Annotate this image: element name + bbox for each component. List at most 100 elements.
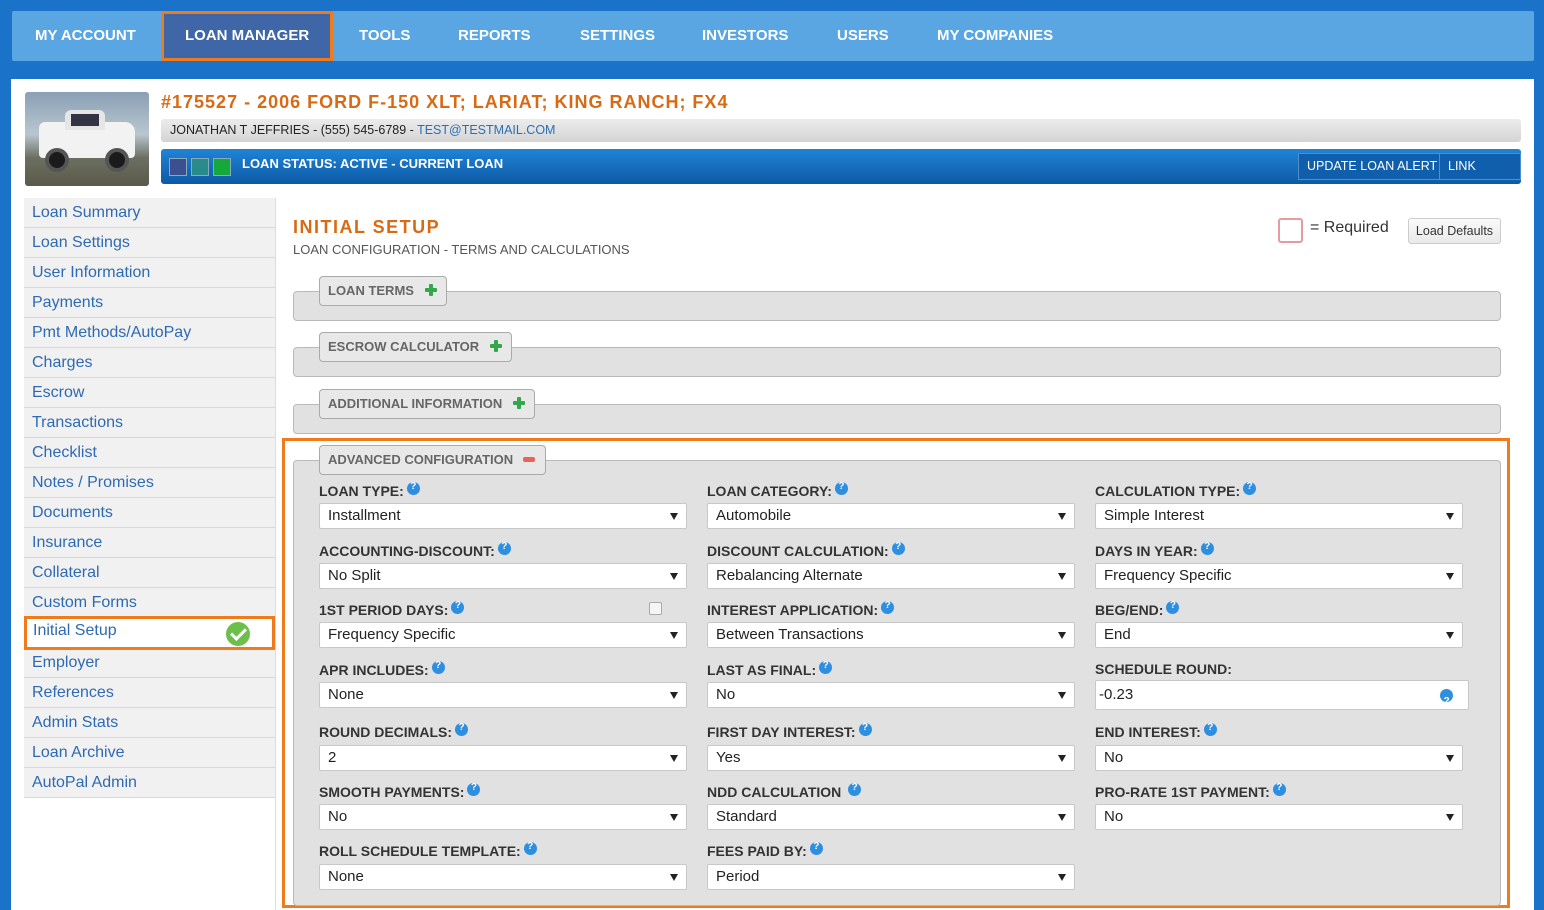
help-icon[interactable] xyxy=(497,541,511,555)
accounting-discount-select[interactable]: No Split xyxy=(319,563,687,589)
help-icon[interactable] xyxy=(1166,600,1180,614)
first-day-interest-select[interactable]: Yes xyxy=(707,745,1075,771)
status-square-icon[interactable] xyxy=(169,158,187,176)
help-icon[interactable] xyxy=(1203,722,1217,736)
help-icon[interactable] xyxy=(406,481,420,495)
help-icon[interactable] xyxy=(1200,541,1214,555)
vehicle-thumbnail[interactable] xyxy=(25,92,149,186)
sidebar-item-admin-stats[interactable]: Admin Stats xyxy=(24,708,275,738)
advanced-configuration-toggle[interactable]: ADVANCED CONFIGURATION xyxy=(319,445,547,475)
help-icon[interactable] xyxy=(891,541,905,555)
dropdown-arrow-icon xyxy=(1058,814,1066,821)
end-interest-label: END INTEREST: xyxy=(1095,722,1217,740)
sidebar-item-label: Initial Setup xyxy=(33,622,117,639)
sidebar-item-payments[interactable]: Payments xyxy=(24,288,275,318)
help-icon[interactable] xyxy=(451,600,465,614)
help-icon[interactable] xyxy=(455,722,468,736)
dropdown-arrow-icon xyxy=(670,692,678,699)
sidebar-item-user-information[interactable]: User Information xyxy=(24,258,275,288)
roll-schedule-template-select[interactable]: None xyxy=(319,864,687,890)
discount-calculation-select[interactable]: Rebalancing Alternate xyxy=(707,563,1075,589)
status-square-icon[interactable] xyxy=(191,158,209,176)
help-icon[interactable] xyxy=(467,782,481,796)
help-icon[interactable] xyxy=(819,660,833,674)
loan-status-text: LOAN STATUS: ACTIVE - CURRENT LOAN xyxy=(242,156,504,171)
section-advanced-configuration: ADVANCED CONFIGURATION LOAN TYPE: Instal… xyxy=(293,445,1501,906)
fees-paid-by-select[interactable]: Period xyxy=(707,864,1075,890)
status-square-icon[interactable] xyxy=(213,158,231,176)
last-as-final-label: LAST AS FINAL: xyxy=(707,660,833,678)
sidebar-item-autopal-admin[interactable]: AutoPal Admin xyxy=(24,768,275,798)
round-decimals-select[interactable]: 2 xyxy=(319,745,687,771)
loan-category-select[interactable]: Automobile xyxy=(707,503,1075,529)
first-period-days-select[interactable]: Frequency Specific xyxy=(319,622,687,648)
help-icon[interactable] xyxy=(848,782,862,796)
apr-includes-select[interactable]: None xyxy=(319,682,687,708)
last-as-final-select[interactable]: No xyxy=(707,682,1075,708)
sidebar-item-charges[interactable]: Charges xyxy=(24,348,275,378)
sidebar-item-loan-summary[interactable]: Loan Summary xyxy=(24,198,275,228)
calculation-type-select[interactable]: Simple Interest xyxy=(1095,503,1463,529)
help-icon[interactable] xyxy=(858,722,872,736)
interest-application-select[interactable]: Between Transactions xyxy=(707,622,1075,648)
sidebar-item-insurance[interactable]: Insurance xyxy=(24,528,275,558)
nav-settings[interactable]: SETTINGS xyxy=(580,11,655,61)
nav-users[interactable]: USERS xyxy=(837,11,889,61)
apr-includes-label: APR INCLUDES: xyxy=(319,660,445,678)
nav-tools[interactable]: TOOLS xyxy=(359,11,410,61)
additional-information-toggle[interactable]: ADDITIONAL INFORMATION xyxy=(319,389,536,419)
nav-loan-manager[interactable]: LOAN MANAGER xyxy=(161,11,334,61)
sidebar-item-collateral[interactable]: Collateral xyxy=(24,558,275,588)
loan-title: #175527 - 2006 FORD F-150 XLT; LARIAT; K… xyxy=(161,92,729,112)
dropdown-arrow-icon xyxy=(1446,573,1454,580)
nav-reports[interactable]: REPORTS xyxy=(458,11,531,61)
days-in-year-select[interactable]: Frequency Specific xyxy=(1095,563,1463,589)
help-icon[interactable] xyxy=(1440,688,1453,716)
nav-my-companies[interactable]: MY COMPANIES xyxy=(937,11,1053,61)
sidebar-item-escrow[interactable]: Escrow xyxy=(24,378,275,408)
help-icon[interactable] xyxy=(881,600,895,614)
page-subtitle: LOAN CONFIGURATION - TERMS AND CALCULATI… xyxy=(293,242,630,257)
sidebar-item-initial-setup[interactable]: Initial Setup xyxy=(24,616,275,650)
sidebar-item-references[interactable]: References xyxy=(24,678,275,708)
required-indicator-swatch xyxy=(1278,218,1303,243)
expand-plus-icon xyxy=(513,397,526,409)
sidebar-item-transactions[interactable]: Transactions xyxy=(24,408,275,438)
beg-end-select[interactable]: End xyxy=(1095,622,1463,648)
sidebar-item-employer[interactable]: Employer xyxy=(24,648,275,678)
days-in-year-label: DAYS IN YEAR: xyxy=(1095,541,1214,559)
nav-investors[interactable]: INVESTORS xyxy=(702,11,788,61)
sidebar-item-loan-settings[interactable]: Loan Settings xyxy=(24,228,275,258)
help-icon[interactable] xyxy=(809,841,823,855)
help-icon[interactable] xyxy=(523,841,537,855)
dropdown-arrow-icon xyxy=(1446,513,1454,520)
loan-type-select[interactable]: Installment xyxy=(319,503,687,529)
escrow-calculator-toggle[interactable]: ESCROW CALCULATOR xyxy=(319,332,513,362)
loan-terms-toggle[interactable]: LOAN TERMS xyxy=(319,276,447,306)
sidebar-item-notes[interactable]: Notes / Promises xyxy=(24,468,275,498)
ndd-calculation-select[interactable]: Standard xyxy=(707,804,1075,830)
first-period-days-checkbox[interactable] xyxy=(649,602,662,615)
sidebar-item-custom-forms[interactable]: Custom Forms xyxy=(24,588,275,618)
update-loan-alert-button[interactable]: UPDATE LOAN ALERT xyxy=(1298,153,1447,180)
sidebar-item-documents[interactable]: Documents xyxy=(24,498,275,528)
nav-my-account[interactable]: MY ACCOUNT xyxy=(35,11,136,61)
help-icon[interactable] xyxy=(834,481,848,495)
beg-end-label: BEG/END: xyxy=(1095,600,1180,618)
help-icon[interactable] xyxy=(1272,782,1286,796)
smooth-payments-select[interactable]: No xyxy=(319,804,687,830)
borrower-email-link[interactable]: TEST@TESTMAIL.COM xyxy=(417,123,555,137)
link-loan-button[interactable]: LINK LOAN xyxy=(1439,153,1521,198)
sidebar-item-loan-archive[interactable]: Loan Archive xyxy=(24,738,275,768)
sidebar-item-pmt-methods[interactable]: Pmt Methods/AutoPay xyxy=(24,318,275,348)
prorate-first-payment-select[interactable]: No xyxy=(1095,804,1463,830)
sidebar-item-checklist[interactable]: Checklist xyxy=(24,438,275,468)
help-icon[interactable] xyxy=(431,660,445,674)
help-icon[interactable] xyxy=(1243,481,1257,495)
end-interest-select[interactable]: No xyxy=(1095,745,1463,771)
load-defaults-button[interactable]: Load Defaults xyxy=(1408,218,1501,244)
first-period-days-label: 1ST PERIOD DAYS: xyxy=(319,600,465,618)
schedule-round-input[interactable]: -0.23 xyxy=(1095,680,1469,716)
section-title: ESCROW CALCULATOR xyxy=(328,339,480,354)
borrower-contact-bar: JONATHAN T JEFFRIES - (555) 545-6789 - T… xyxy=(161,119,1521,142)
